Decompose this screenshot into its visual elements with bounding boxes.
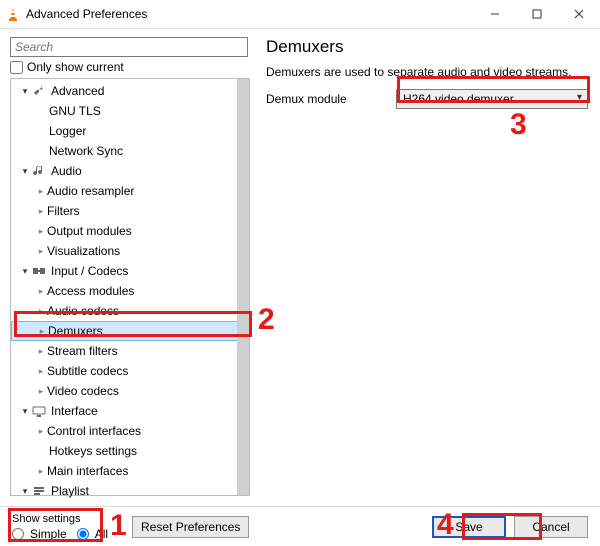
right-pane: Demuxers Demuxers are used to separate a… [256,29,600,507]
show-settings-label: Show settings [12,512,114,526]
demux-module-combo[interactable]: H264 video demuxer [396,89,588,109]
chevron-down-icon [19,266,31,277]
tree-item-control-interfaces[interactable]: Control interfaces [11,421,249,441]
chevron-down-icon [19,86,31,97]
tree-item-input-codecs[interactable]: Input / Codecs [11,261,249,281]
wrench-icon [31,83,47,99]
tree-item-stream-filters[interactable]: Stream filters [11,341,249,361]
page-description: Demuxers are used to separate audio and … [266,65,588,79]
playlist-icon [31,483,47,499]
chevron-right-icon [36,326,48,337]
tree-item-main-interfaces[interactable]: Main interfaces [11,461,249,481]
tree-item-hotkeys-settings[interactable]: Hotkeys settings [11,441,249,461]
chevron-right-icon [35,206,47,217]
show-settings-simple-label: Simple [30,527,67,541]
show-settings-all-label: All [95,527,108,541]
search-input[interactable] [10,37,248,57]
window-close-button[interactable] [558,0,600,28]
tree-item-demuxers[interactable]: Demuxers [11,321,249,341]
chevron-right-icon [35,346,47,357]
footer: Show settings Simple All Reset Preferenc… [0,506,600,546]
tree-item-video-codecs[interactable]: Video codecs [11,381,249,401]
vlc-cone-icon [6,7,20,21]
chevron-down-icon [19,406,31,417]
chevron-right-icon [35,246,47,257]
window-title: Advanced Preferences [26,7,147,21]
chevron-right-icon [35,426,47,437]
page-title: Demuxers [266,37,588,57]
window-minimize-button[interactable] [474,0,516,28]
show-settings-all-radio[interactable] [77,528,89,540]
tree-item-logger[interactable]: Logger [11,121,249,141]
tree-item-interface[interactable]: Interface [11,401,249,421]
demux-module-label: Demux module [266,92,396,106]
cancel-button[interactable]: Cancel [514,516,588,538]
show-settings-simple-radio[interactable] [12,528,24,540]
titlebar: Advanced Preferences [0,0,600,29]
tree-item-advanced[interactable]: Advanced [11,81,249,101]
tree-item-subtitle-codecs[interactable]: Subtitle codecs [11,361,249,381]
tree-item-filters[interactable]: Filters [11,201,249,221]
chevron-right-icon [35,186,47,197]
demux-module-value: H264 video demuxer [403,92,514,106]
only-show-current-label: Only show current [27,60,124,74]
tree-item-output-modules[interactable]: Output modules [11,221,249,241]
tree-item-audio[interactable]: Audio [11,161,249,181]
window-maximize-button[interactable] [516,0,558,28]
chevron-right-icon [35,466,47,477]
tree-item-gnu-tls[interactable]: GNU TLS [11,101,249,121]
chevron-down-icon [19,166,31,177]
chevron-right-icon [35,286,47,297]
tree-scrollbar[interactable] [237,79,249,495]
chevron-right-icon [35,226,47,237]
tree-item-audio-resampler[interactable]: Audio resampler [11,181,249,201]
tree-item-visualizations[interactable]: Visualizations [11,241,249,261]
audio-note-icon [31,163,47,179]
reset-preferences-button[interactable]: Reset Preferences [132,516,249,538]
tree-item-access-modules[interactable]: Access modules [11,281,249,301]
input-codecs-icon [31,263,47,279]
chevron-right-icon [35,386,47,397]
interface-icon [31,403,47,419]
only-show-current-checkbox[interactable] [10,61,23,74]
tree-item-playlist[interactable]: Playlist [11,481,249,501]
left-pane: Only show current Advanced GNU TLS Logge… [0,29,256,507]
chevron-down-icon [19,486,31,497]
chevron-right-icon [35,366,47,377]
chevron-right-icon [35,306,47,317]
tree-item-network-sync[interactable]: Network Sync [11,141,249,161]
save-button[interactable]: Save [432,516,506,538]
tree-item-audio-codecs[interactable]: Audio codecs [11,301,249,321]
settings-tree: Advanced GNU TLS Logger Network Sync Aud… [10,78,250,496]
